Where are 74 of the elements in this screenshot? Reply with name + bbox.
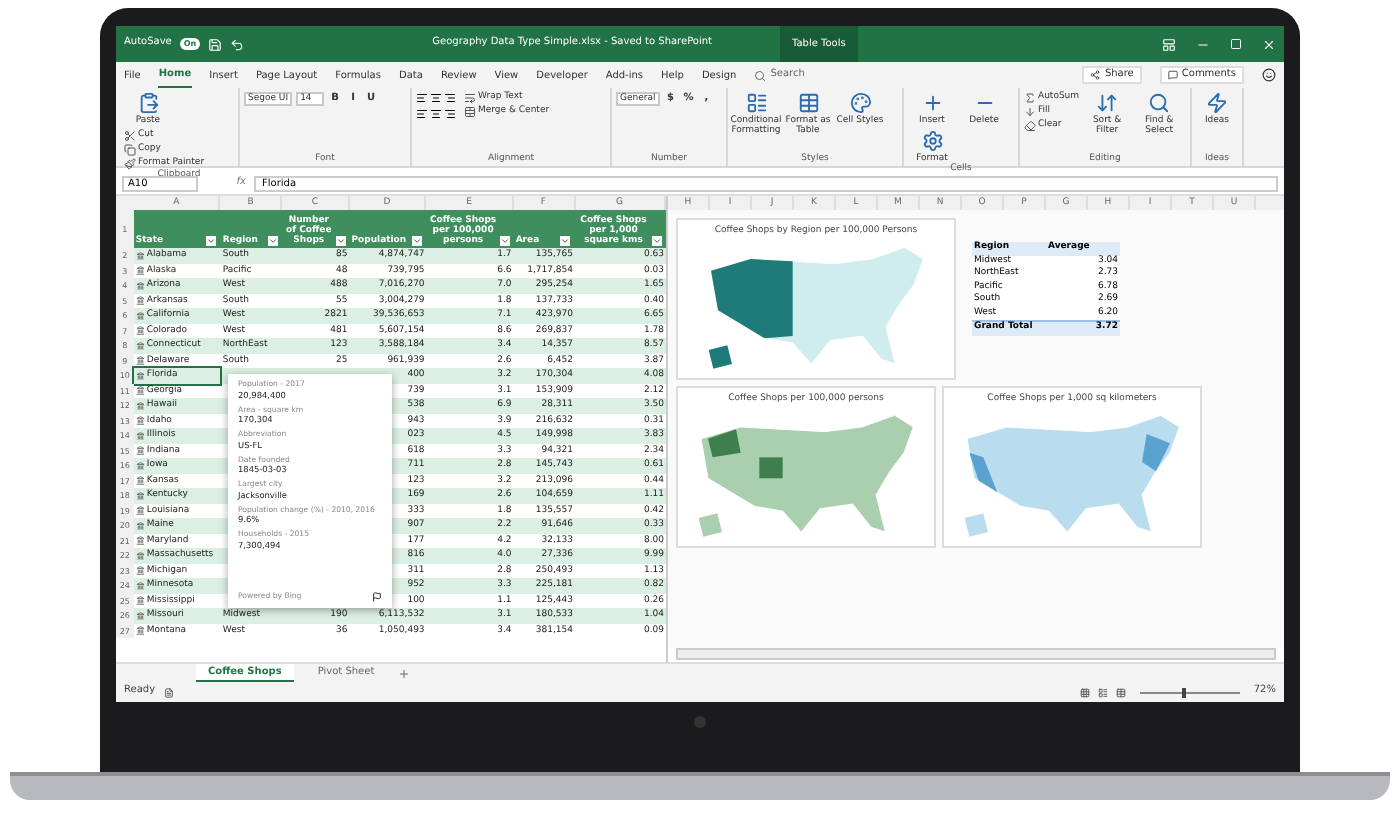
ribbon-display-icon[interactable]	[1162, 37, 1176, 51]
comment-icon	[1167, 70, 1178, 80]
landmark-icon[interactable]	[135, 326, 145, 335]
landmark-icon[interactable]	[135, 371, 145, 380]
horizontal-scrollbar[interactable]	[676, 648, 1276, 660]
filter-dropdown-icon[interactable]	[499, 236, 510, 246]
landmark-icon[interactable]	[135, 356, 145, 365]
sort-icon	[1096, 92, 1119, 114]
landmark-icon[interactable]	[135, 446, 145, 455]
landmark-icon[interactable]	[135, 476, 145, 485]
down-arrow-icon	[1024, 106, 1036, 118]
landmark-icon[interactable]	[135, 281, 145, 290]
clipboard-icon	[137, 92, 159, 114]
landmark-icon[interactable]	[135, 551, 145, 560]
plus-icon	[921, 92, 943, 114]
landmark-icon[interactable]	[135, 401, 145, 410]
landmark-icon[interactable]	[135, 296, 145, 305]
filter-dropdown-icon[interactable]	[412, 236, 423, 246]
add-sheet-icon[interactable]	[398, 667, 411, 679]
landmark-icon[interactable]	[135, 386, 145, 395]
landmark-icon[interactable]	[135, 581, 145, 590]
gear-icon	[921, 130, 943, 152]
filter-dropdown-icon[interactable]	[335, 236, 346, 246]
copy-icon	[124, 144, 136, 156]
list-icon	[745, 92, 767, 114]
wrap-text-icon	[464, 92, 476, 104]
landmark-icon[interactable]	[135, 611, 145, 620]
maximize-icon[interactable]	[1230, 37, 1242, 49]
webcam-icon	[694, 716, 706, 728]
landmark-icon[interactable]	[135, 311, 145, 320]
search-icon	[1148, 92, 1171, 114]
landmark-icon[interactable]	[135, 251, 145, 260]
close-icon[interactable]	[1262, 37, 1276, 51]
filter-dropdown-icon[interactable]	[560, 236, 571, 246]
align-left-icon[interactable]	[416, 92, 428, 104]
align-center-icon[interactable]	[430, 92, 442, 104]
table-icon[interactable]	[1115, 687, 1126, 697]
palette-icon	[849, 92, 871, 114]
landmark-icon[interactable]	[135, 521, 145, 530]
flag-icon[interactable]	[372, 591, 382, 602]
landmark-icon[interactable]	[135, 431, 145, 440]
undo-icon[interactable]	[230, 37, 245, 51]
merge-cells-icon	[464, 106, 476, 118]
share-icon	[1090, 70, 1101, 80]
smiley-icon[interactable]	[1262, 68, 1276, 82]
filter-dropdown-icon[interactable]	[206, 236, 217, 246]
table-icon	[797, 92, 819, 114]
align-right-icon[interactable]	[444, 92, 456, 104]
landmark-icon[interactable]	[135, 491, 145, 500]
landmark-icon[interactable]	[135, 626, 145, 635]
zoom-thumb[interactable]	[1182, 687, 1187, 697]
align-left-icon[interactable]	[416, 108, 428, 120]
landmark-icon[interactable]	[135, 266, 145, 275]
align-center-icon[interactable]	[430, 108, 442, 120]
scissors-icon	[124, 130, 136, 142]
grid-icon[interactable]	[1079, 687, 1090, 697]
landmark-icon[interactable]	[135, 506, 145, 515]
paintbrush-icon	[124, 158, 136, 170]
landmark-icon[interactable]	[135, 596, 145, 605]
landmark-icon[interactable]	[135, 536, 145, 545]
eraser-icon	[1024, 120, 1036, 132]
layout-icon[interactable]	[1097, 687, 1108, 697]
search-icon	[754, 69, 767, 81]
landmark-icon[interactable]	[135, 341, 145, 350]
filter-dropdown-icon[interactable]	[268, 236, 279, 246]
landmark-icon[interactable]	[135, 566, 145, 575]
align-right-icon[interactable]	[444, 108, 456, 120]
filter-dropdown-icon[interactable]	[651, 236, 662, 246]
sigma-icon	[1024, 92, 1036, 104]
landmark-icon[interactable]	[135, 416, 145, 425]
lightning-icon	[1206, 92, 1228, 114]
landmark-icon[interactable]	[135, 461, 145, 470]
save-icon[interactable]	[208, 37, 223, 51]
document-icon	[163, 687, 174, 697]
